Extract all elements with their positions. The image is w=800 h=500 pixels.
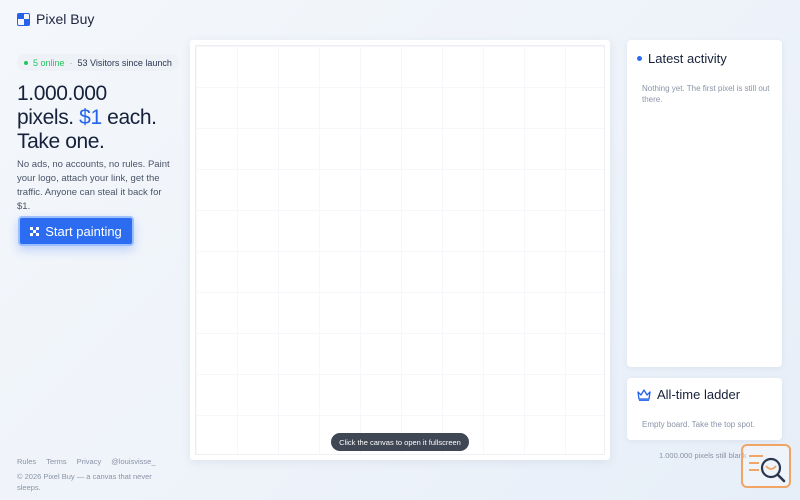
headline-pixels: pixels.	[17, 106, 74, 129]
brand[interactable]: Pixel Buy	[17, 11, 94, 27]
online-count: 5 online	[33, 57, 65, 68]
hero-description: No ads, no accounts, no rules. Paint you…	[17, 159, 170, 212]
search-chat-widget[interactable]	[741, 444, 791, 488]
visitors-count: 53 Visitors since launch	[77, 57, 172, 68]
footer-copyright: © 2026 Pixel Buy — a canvas that never s…	[17, 472, 152, 492]
hero-headline: 1.000.000 pixels. $1 each. Take one.	[17, 82, 157, 154]
crown-icon	[637, 388, 651, 401]
terms-link[interactable]: Terms	[46, 457, 66, 466]
status-separator: ·	[69, 57, 73, 68]
pixel-canvas[interactable]	[190, 40, 610, 460]
ladder-empty-message: Empty board. Take the top spot.	[642, 420, 755, 429]
rules-link[interactable]: Rules	[17, 457, 36, 466]
search-chat-icon	[749, 455, 786, 483]
pixels-remaining: 1.000.000 pixels still blank	[659, 451, 747, 460]
headline-line-1: 1.000.000	[17, 82, 107, 105]
author-link[interactable]: @louisvisse_	[111, 457, 155, 466]
pixel-grid-logo-icon	[17, 12, 30, 26]
latest-activity-label: Latest activity	[648, 51, 727, 66]
headline-line-3: Take one.	[17, 130, 105, 153]
all-time-ladder-panel: All-time ladder Empty board. Take the to…	[627, 378, 782, 440]
headline-price: $1	[79, 106, 102, 129]
canvas-hint: Click the canvas to open it fullscreen	[331, 433, 469, 451]
activity-empty-message: Nothing yet. The first pixel is still ou…	[642, 84, 770, 104]
start-painting-label: Start painting	[45, 223, 122, 239]
pixel-pattern-icon	[30, 226, 40, 236]
headline-each: each.	[107, 106, 157, 129]
status-pill: 5 online · 53 Visitors since launch	[17, 54, 179, 71]
canvas-grid[interactable]	[195, 45, 605, 455]
latest-activity-panel: Latest activity Nothing yet. The first p…	[627, 40, 782, 367]
headline-line-2: pixels. $1 each.	[17, 106, 157, 130]
privacy-link[interactable]: Privacy	[77, 457, 102, 466]
activity-dot-icon	[637, 56, 642, 61]
footer-links: Rules Terms Privacy @louisvisse_	[17, 457, 156, 466]
ladder-label: All-time ladder	[657, 387, 741, 402]
start-painting-button[interactable]: Start painting	[18, 216, 134, 246]
brand-name: Pixel Buy	[36, 11, 95, 27]
ladder-title: All-time ladder	[637, 387, 740, 402]
latest-activity-title: Latest activity	[637, 51, 727, 66]
online-dot-icon	[24, 60, 28, 65]
